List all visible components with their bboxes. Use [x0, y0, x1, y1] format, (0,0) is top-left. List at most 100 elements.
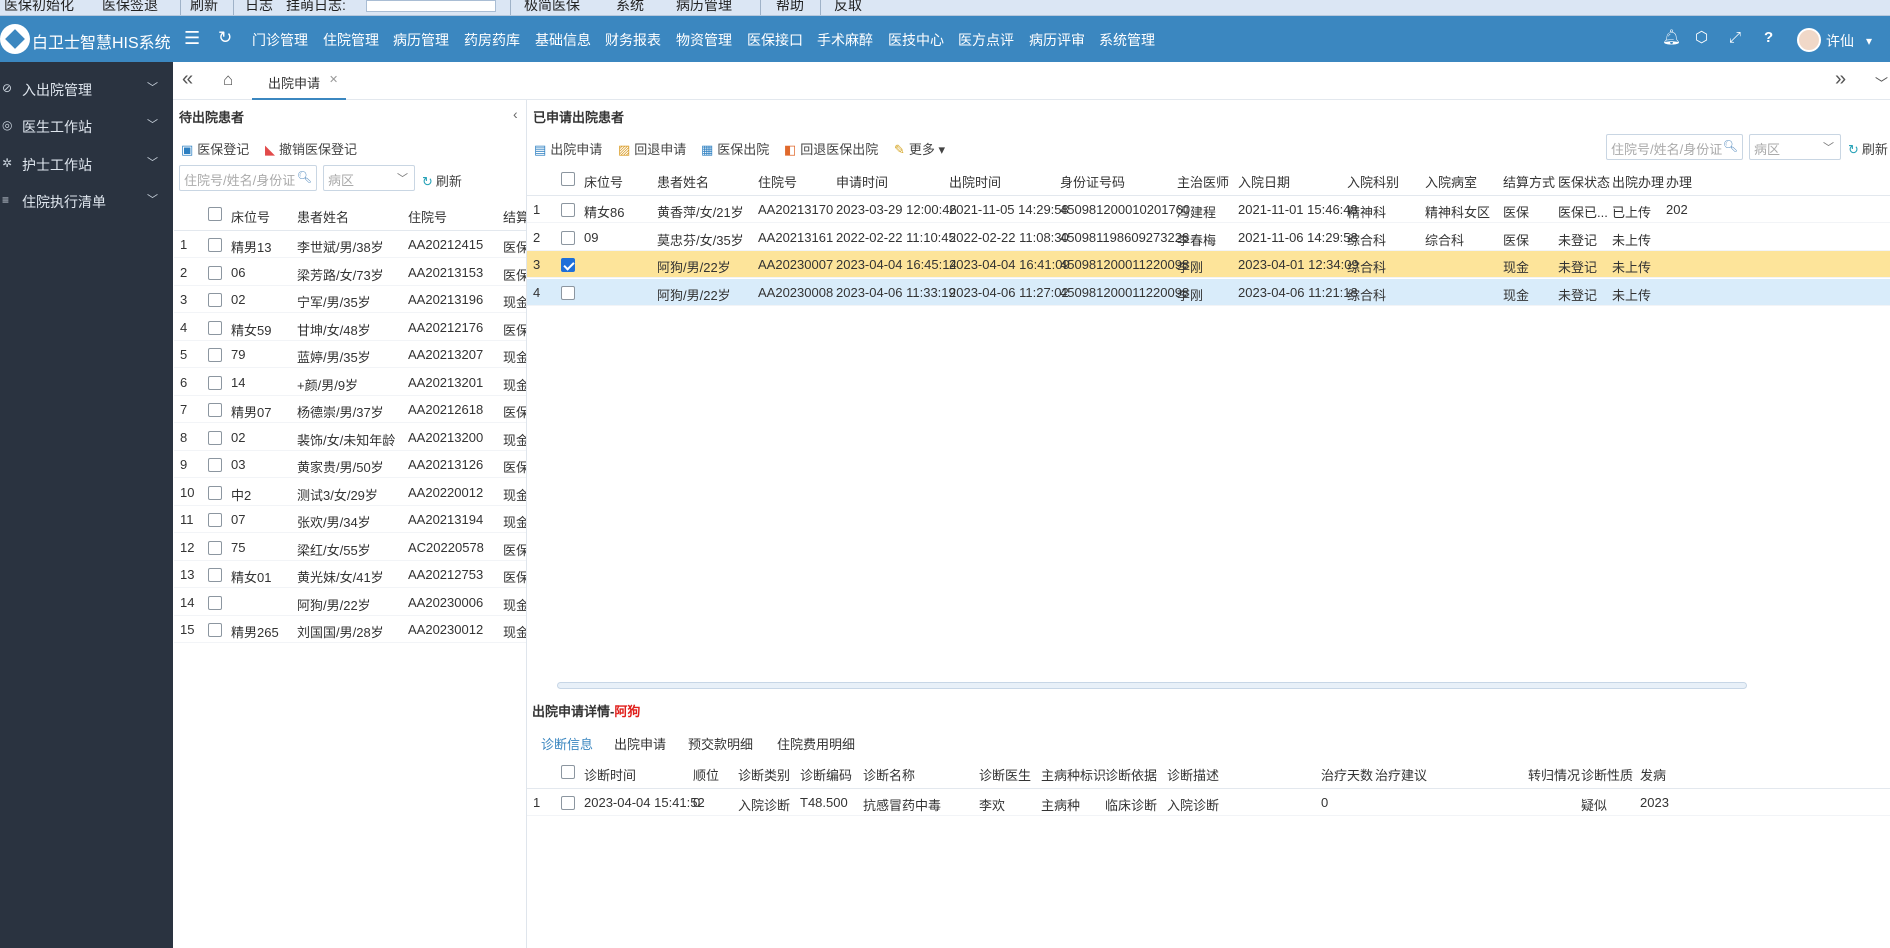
nav-menu-item[interactable]: 医保接口	[747, 30, 803, 50]
insurance-discharge-button[interactable]: ▦ 医保出院	[701, 139, 769, 158]
table-row[interactable]: 2 06 梁芳路/女/73岁 AA20213153 医保	[174, 259, 526, 286]
table-row[interactable]: 5 79 蓝婷/男/35岁 AA20213207 现金	[174, 341, 526, 368]
tabs-scroll-right-icon[interactable]: »	[1835, 68, 1846, 91]
table-row[interactable]: 1 精女86 黄香萍/女/21岁 AA20213170 2023-03-29 12:00…	[527, 196, 1890, 223]
nav-menu-item[interactable]: 医技中心	[888, 30, 944, 50]
os-menu-item[interactable]: 医保签退	[102, 0, 158, 15]
column-header[interactable]: 入院病室	[1425, 172, 1477, 191]
user-name[interactable]: 许仙	[1826, 31, 1854, 51]
row-checkbox[interactable]	[208, 238, 222, 252]
nav-menu-item[interactable]: 系统管理	[1099, 30, 1155, 50]
row-checkbox[interactable]	[208, 348, 222, 362]
column-header[interactable]: 床位号	[584, 172, 623, 191]
os-menu-item[interactable]: 日志	[245, 0, 273, 15]
table-row[interactable]: 1 2023-04-04 15:41:52 0 入院诊断 T48.500 抗感冒药中毒 李欢…	[527, 789, 1890, 816]
tag-icon[interactable]: ⬡	[1695, 28, 1708, 48]
column-header[interactable]: 转归情况	[1528, 765, 1580, 784]
table-row[interactable]: 3 阿狗/男/22岁 AA20230007 2023-04-04 16:45:14 20…	[527, 251, 1890, 278]
left-refresh-button[interactable]: ↻ 刷新	[422, 171, 462, 190]
nav-menu-item[interactable]: 病历管理	[393, 30, 449, 50]
column-header[interactable]: 住院号	[758, 172, 797, 191]
collapse-left-icon[interactable]: ‹	[513, 106, 518, 122]
withdraw-apply-button[interactable]: ▨ 回退申请	[618, 139, 686, 158]
table-row[interactable]: 4 阿狗/男/22岁 AA20230008 2023-04-06 11:33:19 20…	[527, 278, 1890, 306]
nav-menu-item[interactable]: 药房药库	[464, 30, 520, 50]
table-row[interactable]: 7 精男07 杨德崇/男/37岁 AA20212618 医保	[174, 396, 526, 423]
column-header[interactable]: 住院号	[408, 207, 447, 226]
row-checkbox[interactable]	[208, 623, 222, 637]
os-menu-item[interactable]: 挂萌日志:	[286, 0, 346, 15]
discharge-apply-button[interactable]: ▤ 出院申请	[534, 139, 602, 158]
row-checkbox[interactable]	[208, 293, 222, 307]
close-icon[interactable]: ✕	[329, 73, 338, 86]
column-header[interactable]: 患者姓名	[297, 207, 349, 226]
column-header[interactable]: 诊断医生	[979, 765, 1031, 784]
os-log-input[interactable]	[366, 0, 496, 12]
select-all-checkbox[interactable]	[561, 172, 575, 186]
column-header[interactable]: 诊断依据	[1105, 765, 1157, 784]
tab-diagnosis[interactable]: 诊断信息	[530, 734, 604, 760]
row-checkbox[interactable]	[561, 230, 575, 245]
table-row[interactable]: 14 阿狗/男/22岁 AA20230006 现金	[174, 589, 526, 616]
user-dropdown-icon[interactable]: ▾	[1866, 31, 1872, 51]
tab-prepayment[interactable]: 预交款明细	[688, 734, 753, 753]
horizontal-scrollbar[interactable]	[557, 682, 1747, 689]
nav-menu-item-active[interactable]: 住院管理	[323, 30, 379, 50]
right-search-input[interactable]: 住院号/姓名/身份证 🔍︎	[1606, 134, 1743, 160]
row-checkbox[interactable]	[561, 285, 575, 300]
row-checkbox[interactable]	[208, 513, 222, 527]
column-header[interactable]: 入院科别	[1347, 172, 1399, 191]
column-header[interactable]: 主病种标识	[1041, 765, 1106, 784]
bell-icon[interactable]: 🔔︎	[1662, 28, 1681, 48]
row-checkbox[interactable]	[208, 320, 222, 335]
table-row[interactable]: 4 精女59 甘坤/女/48岁 AA20212176 医保	[174, 314, 526, 341]
column-header[interactable]: 治疗建议	[1375, 765, 1427, 784]
row-checkbox[interactable]	[561, 796, 575, 810]
column-header[interactable]: 治疗天数	[1321, 765, 1373, 784]
row-checkbox[interactable]	[208, 540, 222, 555]
row-checkbox[interactable]	[208, 265, 222, 280]
tab-discharge-apply-detail[interactable]: 出院申请	[614, 734, 666, 753]
row-checkbox[interactable]	[208, 403, 222, 417]
column-header[interactable]: 入院日期	[1238, 172, 1290, 191]
column-header[interactable]: 出院办理	[1612, 172, 1664, 191]
row-checkbox[interactable]	[208, 458, 222, 472]
nav-menu-item[interactable]: 物资管理	[676, 30, 732, 50]
table-row[interactable]: 3 02 宁军/男/35岁 AA20213196 现金	[174, 286, 526, 313]
sidebar-item-execution[interactable]: ≡ 住院执行清单 ﹀	[0, 183, 173, 221]
fullscreen-icon[interactable]: ⤢	[1729, 28, 1741, 48]
os-menu-item[interactable]: 极简医保	[524, 0, 580, 15]
table-row[interactable]: 12 75 梁红/女/55岁 AC20220578 医保	[174, 534, 526, 561]
column-header[interactable]: 出院时间	[949, 172, 1001, 191]
table-row[interactable]: 11 07 张欢/男/34岁 AA20213194 现金	[174, 506, 526, 533]
table-row[interactable]: 10 中2 测试3/女/29岁 AA20220012 现金	[174, 479, 526, 506]
column-header[interactable]: 申请时间	[836, 172, 888, 191]
withdraw-insurance-button[interactable]: ◧ 回退医保出院	[784, 139, 878, 158]
table-row[interactable]: 9 03 黄家贵/男/50岁 AA20213126 医保	[174, 451, 526, 478]
column-header[interactable]: 诊断类别	[738, 765, 790, 784]
column-header[interactable]: 主治医师	[1177, 172, 1229, 191]
os-menu-item[interactable]: 帮助	[776, 0, 804, 15]
help-icon[interactable]: ?	[1764, 28, 1773, 48]
sidebar-item-admission[interactable]: ⊘ 入出院管理 ﹀	[0, 71, 173, 109]
row-checkbox[interactable]	[208, 568, 222, 582]
os-menu-item[interactable]: 系统	[616, 0, 644, 15]
sidebar-item-nurse[interactable]: ✲ 护士工作站 ﹀	[0, 146, 173, 184]
column-header[interactable]: 床位号	[231, 207, 270, 226]
table-row[interactable]: 13 精女01 黄光妹/女/41岁 AA20212753 医保	[174, 561, 526, 588]
avatar[interactable]	[1797, 28, 1821, 52]
right-ward-select[interactable]: 病区 ﹀	[1749, 134, 1841, 160]
row-checkbox[interactable]	[561, 258, 575, 272]
nav-menu-item[interactable]: 医方点评	[958, 30, 1014, 50]
more-button[interactable]: ✎ 更多 ▾	[894, 139, 945, 158]
os-menu-item[interactable]: 刷新	[190, 0, 218, 15]
tab-fee-detail[interactable]: 住院费用明细	[777, 734, 855, 753]
reload-icon[interactable]: ↻	[218, 28, 232, 48]
column-header[interactable]: 诊断描述	[1167, 765, 1219, 784]
insurance-register-button[interactable]: ▣ 医保登记	[181, 139, 249, 158]
table-row[interactable]: 8 02 裴饰/女/未知年龄 AA20213200 现金	[174, 424, 526, 451]
home-icon[interactable]: ⌂	[223, 70, 233, 90]
row-checkbox[interactable]	[208, 430, 222, 445]
column-header[interactable]: 医保状态	[1558, 172, 1610, 191]
cancel-register-button[interactable]: ◣ 撤销医保登记	[265, 139, 357, 158]
